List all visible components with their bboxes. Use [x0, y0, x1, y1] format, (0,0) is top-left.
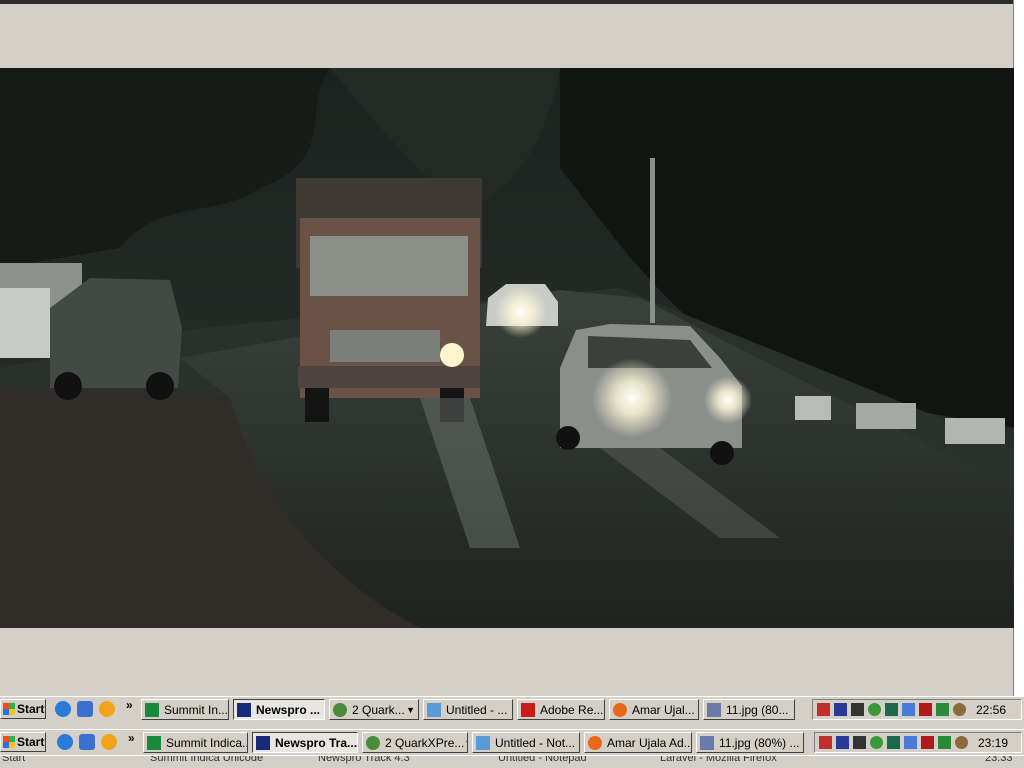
taskbar-tertiary: Start Summit Indica Unicode Newspro Trac… [0, 755, 1024, 768]
taskbar-clock[interactable]: 23:19 [972, 736, 1016, 750]
summit-icon [147, 735, 161, 750]
task-summit[interactable]: Summit Indica... [143, 732, 248, 753]
task-label: Summit Indica... [166, 735, 248, 750]
start-label: Start [17, 702, 45, 716]
task-firefox[interactable]: Laravel - Mozilla Firefox [660, 756, 777, 764]
window-top-border [0, 0, 1016, 4]
n-icon[interactable] [885, 703, 898, 716]
task-label: Summit In... [164, 702, 229, 717]
sound-icon[interactable] [851, 703, 864, 716]
n-icon[interactable] [887, 736, 900, 749]
photo-scene [0, 68, 1014, 628]
quick-launch-chevron[interactable]: » [128, 731, 135, 745]
task-firefox[interactable]: Amar Ujal... [609, 699, 699, 720]
puzzle-icon[interactable] [904, 736, 917, 749]
task-newspro[interactable]: Newspro ... [233, 699, 325, 720]
quark-icon [333, 702, 347, 717]
image-viewer-icon [707, 702, 721, 717]
task-notepad[interactable]: Untitled - Notepad [498, 756, 587, 764]
firefox-icon [613, 702, 627, 717]
system-tray: 23:19 [814, 732, 1022, 753]
image-viewer-icon [700, 735, 714, 750]
task-notepad[interactable]: Untitled - Not... [472, 732, 580, 753]
puzzle-icon[interactable] [902, 703, 915, 716]
start-label[interactable]: Start [2, 756, 25, 764]
night-road-photo [0, 68, 1014, 628]
taskbar-clock[interactable]: 22:56 [970, 703, 1014, 717]
task-image-viewer[interactable]: 11.jpg (80%) ... [696, 732, 804, 753]
task-newspro[interactable]: Newspro Tra... [252, 732, 358, 753]
f-icon[interactable] [919, 703, 932, 716]
media-player-icon[interactable] [101, 734, 117, 750]
task-firefox[interactable]: Amar Ujala Ad... [584, 732, 692, 753]
vertical-scrollbar[interactable] [1013, 0, 1024, 696]
task-quark[interactable]: 2 QuarkXPre... ▼ [362, 732, 468, 753]
sound-icon[interactable] [853, 736, 866, 749]
start-label: Start [17, 735, 45, 749]
desktop-icon[interactable] [77, 701, 93, 717]
task-summit[interactable]: Summit In... [141, 699, 229, 720]
task-label: 2 Quark... [352, 702, 405, 717]
start-button[interactable]: Start [0, 699, 46, 719]
globe-icon[interactable] [870, 736, 883, 749]
task-label: Untitled - ... [446, 702, 508, 717]
notepad-icon [427, 702, 441, 717]
task-newspro[interactable]: Newspro Track 4.3 [318, 756, 410, 764]
shield-icon[interactable] [819, 736, 832, 749]
newspro-icon [237, 702, 251, 717]
windows-flag-icon [3, 736, 15, 748]
desktop-icon[interactable] [79, 734, 95, 750]
quick-launch-chevron[interactable]: » [126, 698, 133, 712]
network-icon[interactable] [836, 736, 849, 749]
summit-icon [145, 702, 159, 717]
task-acrobat[interactable]: Adobe Re... [517, 699, 605, 720]
media-player-icon[interactable] [99, 701, 115, 717]
notepad-icon [476, 735, 490, 750]
task-summit[interactable]: Summit Indica Unicode [150, 756, 263, 764]
task-quark[interactable]: 2 Quark... ▼ [329, 699, 419, 720]
task-notepad[interactable]: Untitled - ... [423, 699, 513, 720]
f-icon[interactable] [921, 736, 934, 749]
dropdown-arrow-icon: ▼ [464, 738, 467, 748]
task-label: Amar Ujala Ad... [607, 735, 692, 750]
system-tray: 22:56 [812, 699, 1022, 720]
taskbar-secondary: Start » Summit Indica... Newspro Tra... … [0, 729, 1024, 755]
firefox-icon [588, 735, 602, 750]
taskbar-clock[interactable]: 23:33 [985, 756, 1013, 764]
windows-flag-icon [3, 703, 15, 715]
task-label: Adobe Re... [540, 702, 604, 717]
task-label: Untitled - Not... [495, 735, 576, 750]
start-button[interactable]: Start [0, 732, 46, 752]
globe-icon[interactable] [868, 703, 881, 716]
people-icon[interactable] [953, 703, 966, 716]
ie-icon[interactable] [57, 734, 73, 750]
task-label: 2 QuarkXPre... [385, 735, 465, 750]
taskbar-primary: Start » Summit In... Newspro ... 2 Quark… [0, 696, 1024, 722]
acrobat-icon [521, 702, 535, 717]
dropdown-arrow-icon: ▼ [406, 704, 415, 715]
ie-icon[interactable] [55, 701, 71, 717]
task-label: 11.jpg (80%) ... [719, 735, 800, 750]
task-label: 11.jpg (80... [726, 702, 789, 717]
quark-icon [366, 735, 380, 750]
newspro-icon [256, 735, 270, 750]
shield-icon[interactable] [817, 703, 830, 716]
task-image-viewer[interactable]: 11.jpg (80... [703, 699, 795, 720]
v2-icon[interactable] [938, 736, 951, 749]
task-label: Amar Ujal... [632, 702, 695, 717]
network-icon[interactable] [834, 703, 847, 716]
v2-icon[interactable] [936, 703, 949, 716]
task-label: Newspro Tra... [275, 735, 358, 750]
people-icon[interactable] [955, 736, 968, 749]
task-label: Newspro ... [256, 702, 321, 717]
